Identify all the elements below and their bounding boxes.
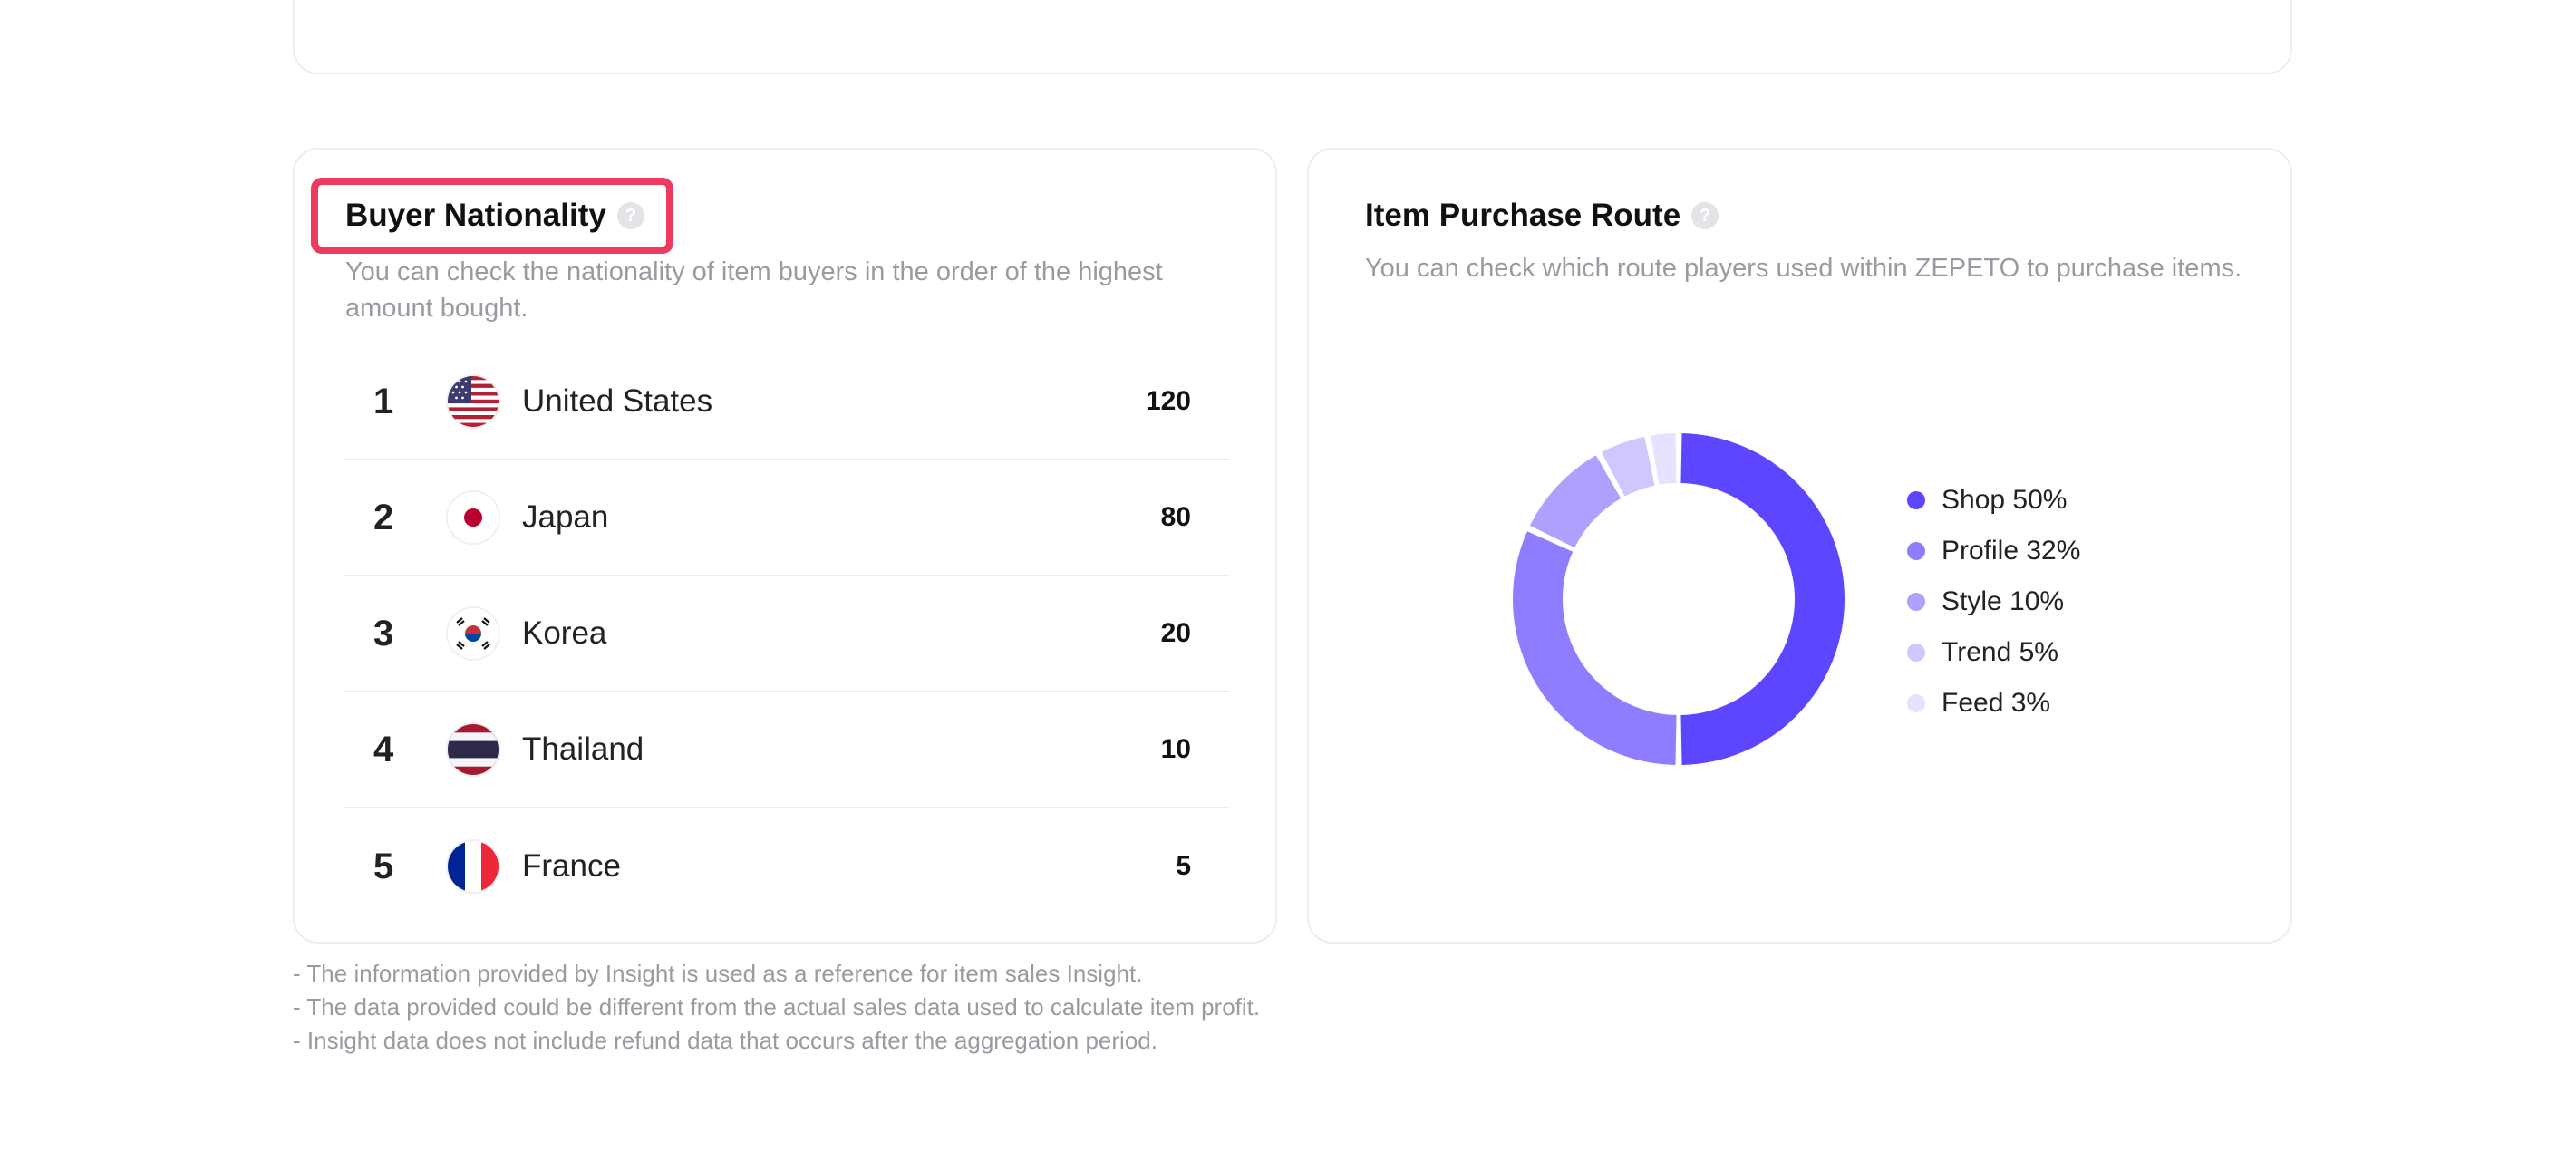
thailand-flag-icon [448, 724, 499, 775]
japan-flag-icon [448, 492, 499, 543]
legend-item-feed: Feed 3% [1907, 678, 2080, 729]
item-purchase-route-description: You can check which route players used w… [1365, 254, 2242, 283]
donut-segment-feed [1651, 433, 1677, 485]
disclaimer-line: - Insight data does not include refund d… [293, 1027, 1157, 1054]
nationality-row: 5 France 5 [343, 808, 1229, 924]
legend-item-profile: Profile 32% [1907, 526, 2080, 576]
rank-number: 2 [373, 497, 394, 537]
rank-number: 3 [373, 613, 394, 653]
rank-number: 4 [373, 729, 394, 769]
buyer-nationality-description: You can check the nationality of item bu… [345, 257, 1163, 323]
buyer-nationality-title: Buyer Nationality ? [345, 198, 644, 234]
country-name: United States [522, 383, 713, 419]
france-flag-icon [448, 841, 499, 892]
item-purchase-route-title: Item Purchase Route ? [1365, 198, 1719, 234]
legend-label-feed: Feed 3% [1942, 688, 2051, 718]
rank-number: 5 [373, 846, 394, 886]
help-icon[interactable]: ? [1691, 202, 1719, 229]
legend-label-profile: Profile 32% [1942, 536, 2081, 566]
rank-number: 1 [373, 381, 394, 421]
legend-dot-style [1907, 593, 1925, 611]
purchase-route-donut-chart [1513, 433, 1845, 765]
legend-dot-profile [1907, 542, 1925, 560]
purchase-amount: 80 [1160, 502, 1191, 532]
purchase-amount: 10 [1160, 734, 1191, 764]
legend-label-trend: Trend 5% [1942, 637, 2058, 667]
legend-item-shop: Shop 50% [1907, 475, 2080, 526]
legend-dot-trend [1907, 644, 1925, 662]
legend-item-trend: Trend 5% [1907, 627, 2080, 678]
previous-section-card [293, 0, 2292, 74]
buyer-nationality-title-text: Buyer Nationality [345, 198, 606, 233]
item-purchase-route-title-text: Item Purchase Route [1365, 198, 1681, 233]
nationality-row: 2 Japan 80 [343, 460, 1229, 576]
nationality-row: 4 Thailand 10 [343, 692, 1229, 808]
country-name: Japan [522, 499, 609, 535]
legend-dot-feed [1907, 694, 1925, 712]
donut-segment-style [1529, 455, 1622, 548]
disclaimer-line: - The information provided by Insight is… [293, 960, 1143, 987]
nationality-row: 3 Korea 20 [343, 576, 1229, 692]
country-name: Thailand [522, 731, 644, 767]
donut-legend: Shop 50% Profile 32% Style 10% Trend 5% … [1907, 475, 2080, 729]
purchase-amount: 5 [1176, 851, 1191, 881]
country-name: France [522, 848, 621, 884]
purchase-amount: 120 [1145, 386, 1191, 416]
korea-flag-icon [448, 608, 499, 659]
donut-segment-shop [1680, 433, 1845, 765]
purchase-amount: 20 [1160, 618, 1191, 648]
help-icon[interactable]: ? [616, 202, 644, 229]
disclaimer-notes: - The information provided by Insight is… [293, 957, 1260, 1058]
us-flag-icon [448, 376, 499, 427]
legend-label-style: Style 10% [1942, 586, 2065, 616]
legend-label-shop: Shop 50% [1942, 485, 2068, 515]
donut-segment-profile [1513, 531, 1677, 765]
disclaimer-line: - The data provided could be different f… [293, 993, 1261, 1021]
legend-dot-shop [1907, 491, 1925, 509]
legend-item-style: Style 10% [1907, 576, 2080, 627]
nationality-row: 1 United States 120 [343, 344, 1229, 460]
country-name: Korea [522, 615, 607, 651]
